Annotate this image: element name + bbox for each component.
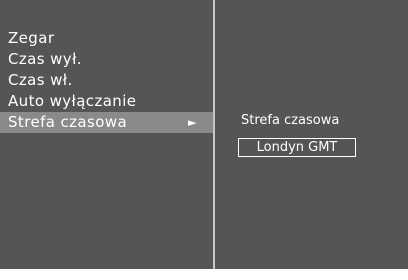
submenu-arrow-icon: ► [188, 116, 197, 129]
menu-item-strefa-czasowa[interactable]: Strefa czasowa ► [0, 112, 214, 133]
menu-list: Zegar Czas wył. Czas wł. Auto wyłączanie… [0, 28, 214, 133]
timezone-value-selector[interactable]: Londyn GMT [238, 138, 356, 157]
menu-item-label: Auto wyłączanie [8, 92, 137, 110]
menu-item-czas-wl[interactable]: Czas wł. [0, 70, 213, 91]
submenu-panel: Strefa czasowa Londyn GMT [215, 0, 408, 269]
menu-item-label: Zegar [8, 29, 55, 47]
menu-item-label: Czas wł. [8, 71, 73, 89]
menu-item-auto-wylaczanie[interactable]: Auto wyłączanie [0, 91, 213, 112]
menu-item-label: Czas wył. [8, 50, 82, 68]
osd-menu: Zegar Czas wył. Czas wł. Auto wyłączanie… [0, 0, 408, 269]
timezone-label: Strefa czasowa [241, 113, 340, 128]
menu-item-czas-wyl[interactable]: Czas wył. [0, 49, 213, 70]
menu-item-label: Strefa czasowa [8, 113, 128, 131]
menu-item-zegar[interactable]: Zegar [0, 28, 213, 49]
left-menu-panel: Zegar Czas wył. Czas wł. Auto wyłączanie… [0, 0, 214, 269]
